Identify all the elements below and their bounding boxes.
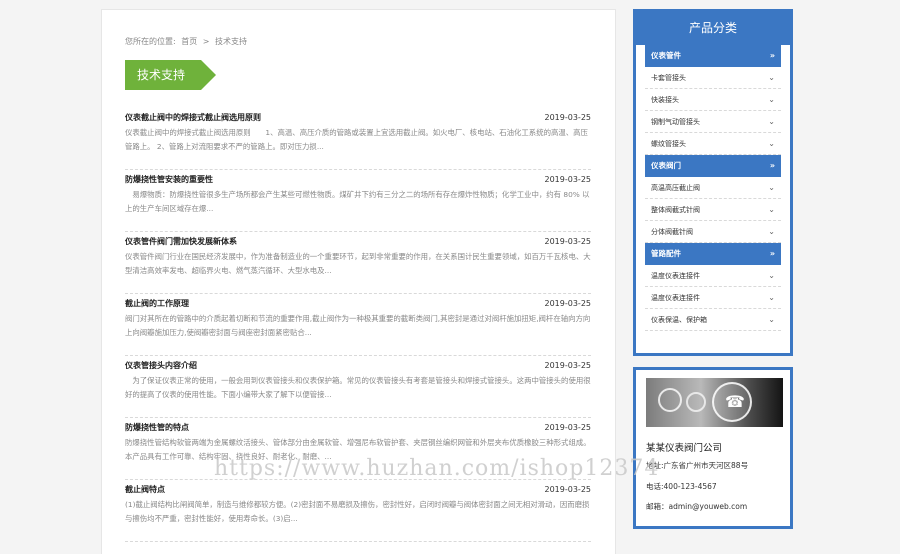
chevron-down-icon: ⌄ [768,73,775,82]
article-title[interactable]: 防爆挠性管的特点 [125,422,189,434]
category-group-label: 仪表管件 [651,51,681,60]
company-name: 某某仪表阀门公司 [646,443,723,454]
chevron-down-icon: » [769,249,775,258]
article-excerpt: 仪表管件阀门行业在国民经济发展中，作为准备制造业的一个重要环节，起到非常重要的作… [125,252,591,275]
product-category-panel: 产品分类 仪表管件 » 卡套管接头 ⌄ 快装接头 ⌄ 钢制气动管接头 ⌄ 螺纹管接头 ⌄… [633,9,793,356]
decor-circle [658,388,682,412]
decor-circle [686,392,706,412]
article-item[interactable]: 防爆挠性管安装的重要性 2019-03-25 易爆物质：防爆挠性管很多生产场所都… [125,170,591,232]
product-category-title: 产品分类 [636,12,790,45]
chevron-down-icon: » [769,161,775,170]
chevron-down-icon: ⌄ [768,183,775,192]
category-item-label: 高温高压截止阀 [651,184,700,192]
chevron-down-icon: ⌄ [768,293,775,302]
category-item[interactable]: 温度仪表连接件 ⌄ [645,265,781,287]
category-group-header[interactable]: 管路配件 » [645,243,781,265]
article-title[interactable]: 截止阀的工作原理 [125,298,189,310]
category-group-header[interactable]: 仪表管件 » [645,45,781,67]
contact-phone: 电话:400-123-4567 [646,482,717,491]
chevron-down-icon: ⌄ [768,271,775,280]
article-title[interactable]: 截止阀特点 [125,484,165,496]
category-item-label: 温度仪表连接件 [651,272,700,280]
chevron-down-icon: ⌄ [768,227,775,236]
contact-panel: ☎ 某某仪表阀门公司 地址:广东省广州市天河区88号 电话:400-123-45… [633,367,793,529]
category-item-label: 整体阀截式针阀 [651,206,700,214]
chevron-down-icon: ⌄ [768,205,775,214]
article-excerpt: 易爆物质：防爆挠性管很多生产场所都会产生某些可燃性物质。煤矿井下约有三分之二的场… [125,190,590,213]
article-excerpt: 仪表截止阀中的焊接式截止阀选用原则 1、高温、高压介质的管路或装置上宜选用截止阀… [125,128,588,151]
category-item[interactable]: 螺纹管接头 ⌄ [645,133,781,155]
article-date: 2019-03-25 [544,175,592,184]
article-title[interactable]: 仪表管件阀门需加快发展新体系 [125,236,237,248]
category-item[interactable]: 钢制气动管接头 ⌄ [645,111,781,133]
category-group: 仪表管件 » 卡套管接头 ⌄ 快装接头 ⌄ 钢制气动管接头 ⌄ 螺纹管接头 ⌄ [645,45,781,155]
category-group: 管路配件 » 温度仪表连接件 ⌄ 温度仪表连接件 ⌄ 仪表保温、保护箱 ⌄ [645,243,781,331]
contact-address: 地址:广东省广州市天河区88号 [646,461,749,470]
article-excerpt: (1)截止阀结构比闸阀简单，制造与维修都较方便。(2)密封面不易磨损及擦伤，密封… [125,500,590,523]
article-title[interactable]: 防爆挠性管安装的重要性 [125,174,213,186]
article-item[interactable]: 仪表管件阀门需加快发展新体系 2019-03-25 仪表管件阀门行业在国民经济发… [125,232,591,294]
watermark-text: https://www.huzhan.com/ishop12374 [214,456,660,481]
category-item-label: 快装接头 [651,96,679,104]
article-date: 2019-03-25 [544,237,592,246]
breadcrumb-prefix: 您所在的位置: [125,37,176,46]
category-group-header[interactable]: 仪表阀门 » [645,155,781,177]
article-item[interactable]: 仪表截止阀中的焊接式截止阀选用原则 2019-03-25 仪表截止阀中的焊接式截… [125,108,591,170]
article-item[interactable]: 截止阀特点 2019-03-25 (1)截止阀结构比闸阀简单，制造与维修都较方便… [125,480,591,542]
category-item-label: 仪表保温、保护箱 [651,316,707,324]
article-date: 2019-03-25 [544,113,592,122]
category-item[interactable]: 分体阀截针阀 ⌄ [645,221,781,243]
telephone-icon: ☎ [725,392,745,411]
category-item-label: 温度仪表连接件 [651,294,700,302]
article-date: 2019-03-25 [544,299,592,308]
category-item[interactable]: 卡套管接头 ⌄ [645,67,781,89]
category-group-label: 仪表阀门 [651,161,681,170]
breadcrumb-home-link[interactable]: 首页 [181,37,197,46]
article-excerpt: 阀门对其所在的管路中的介质起着切断和节流的重要作用,截止阀作为一种极其重要的截断… [125,314,591,337]
category-item[interactable]: 仪表保温、保护箱 ⌄ [645,309,781,331]
breadcrumb: 您所在的位置: 首页 > 技术支持 [125,36,250,47]
article-item[interactable]: 截止阀的工作原理 2019-03-25 阀门对其所在的管路中的介质起着切断和节流… [125,294,591,356]
category-item-label: 卡套管接头 [651,74,686,82]
section-title: 技术支持 [125,60,201,90]
section-title-tag: 技术支持 [125,60,217,90]
article-date: 2019-03-25 [544,423,592,432]
category-item-label: 螺纹管接头 [651,140,686,148]
chevron-down-icon: ⌄ [768,117,775,126]
category-item-label: 分体阀截针阀 [651,228,693,236]
article-excerpt: 为了保证仪表正常的使用，一般会用到仪表管接头和仪表保护箱。常见的仪表管接头有考套… [125,376,591,399]
article-item[interactable]: 仪表管接头内容介绍 2019-03-25 为了保证仪表正常的使用，一般会用到仪表… [125,356,591,418]
category-item[interactable]: 高温高压截止阀 ⌄ [645,177,781,199]
chevron-down-icon: ⌄ [768,95,775,104]
category-item-label: 钢制气动管接头 [651,118,700,126]
breadcrumb-separator: > [202,37,210,46]
chevron-down-icon: ⌄ [768,315,775,324]
section-title-arrow [201,60,216,90]
category-item[interactable]: 快装接头 ⌄ [645,89,781,111]
category-item[interactable]: 整体阀截式针阀 ⌄ [645,199,781,221]
chevron-down-icon: » [769,51,775,60]
category-group: 仪表阀门 » 高温高压截止阀 ⌄ 整体阀截式针阀 ⌄ 分体阀截针阀 ⌄ [645,155,781,243]
article-title[interactable]: 仪表截止阀中的焊接式截止阀选用原则 [125,112,261,124]
contact-banner-image: ☎ [646,378,783,427]
article-date: 2019-03-25 [544,361,592,370]
category-item[interactable]: 温度仪表连接件 ⌄ [645,287,781,309]
breadcrumb-current: 技术支持 [215,37,248,46]
chevron-down-icon: ⌄ [768,139,775,148]
article-title[interactable]: 仪表管接头内容介绍 [125,360,197,372]
contact-email[interactable]: 邮箱：admin@youweb.com [646,501,747,512]
category-group-label: 管路配件 [651,249,681,258]
article-date: 2019-03-25 [544,485,592,494]
